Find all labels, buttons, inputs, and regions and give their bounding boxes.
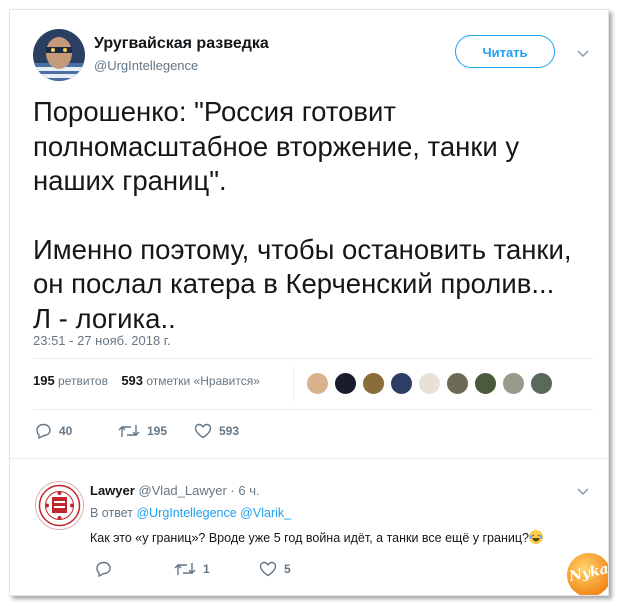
reply-text-body: Как это «у границ»? Вроде уже 5 год войн… [90, 531, 529, 545]
chevron-down-icon[interactable] [577, 50, 589, 58]
tweet-line: Именно поэтому, чтобы остановить танки, [33, 233, 572, 265]
divider [33, 358, 593, 359]
heart-icon [259, 561, 277, 577]
reply-author-name[interactable]: Lawyer [90, 483, 135, 498]
reply-action[interactable]: 40 [35, 423, 72, 439]
tweet-line: наших границ". [33, 165, 227, 196]
chevron-down-icon[interactable] [577, 488, 589, 496]
tweet-line: Л - логика.. [33, 302, 176, 334]
tweet-card: Уругвайская разведка @UrgIntellegence Чи… [9, 9, 609, 596]
retweets-label[interactable]: ретвитов [58, 374, 108, 388]
likes-count[interactable]: 593 [121, 373, 143, 388]
author-name[interactable]: Уругвайская разведка [94, 35, 269, 53]
tweet-line: полномасштабное вторжение, танки у [33, 130, 520, 162]
follow-button[interactable]: Читать [455, 35, 555, 68]
tweet-line: Порошенко: "Россия готовит [33, 96, 396, 127]
retweets-count[interactable]: 195 [33, 373, 55, 388]
reply-retweet-count: 1 [203, 562, 210, 576]
liker-avatar[interactable] [530, 372, 553, 395]
likes-label[interactable]: отметки «Нравится» [146, 374, 260, 388]
in-reply-users[interactable]: @UrgIntellegence @Vlarik_ [136, 506, 291, 520]
reply-text: Как это «у границ»? Вроде уже 5 год войн… [90, 530, 543, 545]
liker-avatar[interactable] [446, 372, 469, 395]
in-reply-to: В ответ @UrgIntellegence @Vlarik_ [90, 506, 291, 520]
like-count: 593 [219, 424, 240, 438]
reply-avatar[interactable] [35, 481, 84, 530]
divider [33, 409, 593, 410]
retweet-count: 195 [147, 424, 168, 438]
reply-reply-action[interactable] [95, 561, 119, 577]
in-reply-prefix: В ответ [90, 506, 133, 520]
reply-author-handle[interactable]: @Vlad_Lawyer [138, 483, 226, 498]
author-handle[interactable]: @UrgIntellegence [94, 58, 198, 73]
retweet-icon [118, 425, 140, 437]
heart-icon [194, 423, 212, 439]
like-action[interactable]: 593 [194, 423, 239, 439]
liker-avatar[interactable] [362, 372, 385, 395]
reply-retweet-action[interactable]: 1 [174, 561, 210, 577]
reply-like-count: 5 [284, 562, 291, 576]
author-avatar[interactable] [33, 29, 85, 81]
emoji-laughing-icon [528, 530, 543, 544]
tweet-line: он послал катера в Керченский пролив... [33, 268, 555, 299]
liker-avatar[interactable] [418, 372, 441, 395]
reply-icon [36, 423, 51, 439]
liker-avatar[interactable] [474, 372, 497, 395]
liker-avatar[interactable] [502, 372, 525, 395]
reply-icon [96, 561, 111, 577]
reply-time[interactable]: · 6 ч. [230, 483, 259, 498]
reply-author: Lawyer @Vlad_Lawyer · 6 ч. [90, 483, 260, 498]
stats-separator [293, 366, 294, 401]
retweet-action[interactable]: 195 [118, 423, 167, 439]
watermark-logo: Nyka [567, 553, 609, 595]
retweet-icon [174, 563, 196, 575]
liker-avatar[interactable] [306, 372, 329, 395]
divider [10, 458, 608, 459]
watermark-text: Nyka [567, 561, 609, 585]
tweet-timestamp[interactable]: 23:51 - 27 нояб. 2018 г. [33, 333, 171, 348]
engagement-stats: 195 ретвитов 593 отметки «Нравится» [33, 373, 260, 388]
reply-like-action[interactable]: 5 [259, 561, 291, 577]
reply-count: 40 [59, 424, 73, 438]
tweet-text: Порошенко: "Россия готовит полномасштабн… [33, 95, 593, 336]
liker-avatar[interactable] [390, 372, 413, 395]
liker-avatar[interactable] [334, 372, 357, 395]
